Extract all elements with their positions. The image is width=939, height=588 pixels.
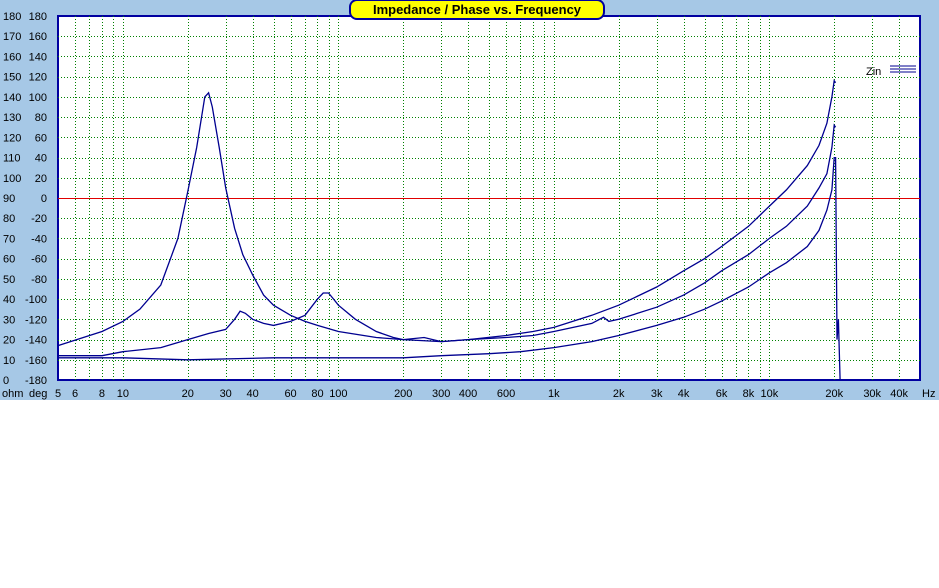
x-tick-label: 4k <box>678 388 690 400</box>
y-left-tick-label: 40 <box>3 294 15 306</box>
x-tick-label: 40 <box>246 388 258 400</box>
x-tick-labels: 5 6 8 10 20 30 40 60 80 100 200 300 400 600 1k 2k 3k 4k 6k… <box>55 388 909 400</box>
y-right-axis-label: deg <box>29 388 47 400</box>
y-right-tick-label: -140 <box>25 335 47 347</box>
x-tick-label: 30k <box>863 388 881 400</box>
x-tick-label: 80 <box>311 388 323 400</box>
y-right-tick-label: 60 <box>35 132 47 144</box>
y-right-tick-label: -60 <box>31 254 47 266</box>
x-axis-unit-label: Hz <box>922 388 935 400</box>
y-left-tick-label: 80 <box>3 213 15 225</box>
y-right-tick-label: 20 <box>35 173 47 185</box>
y-right-tick-label: -120 <box>25 314 47 326</box>
y-left-tick-label: 10 <box>3 355 15 367</box>
y-left-tick-label: 120 <box>3 132 21 144</box>
y-right-tick-label: 40 <box>35 153 47 165</box>
y-left-tick-label: 30 <box>3 314 15 326</box>
x-tick-label: 300 <box>432 388 450 400</box>
y-left-tick-label: 60 <box>3 254 15 266</box>
x-tick-label: 200 <box>394 388 412 400</box>
chart-panel: 0 -180 10 -160 20 -140 30 -120 40 -100 50 -80 60 -60 7… <box>0 0 939 400</box>
y-left-tick-label: 0 <box>3 375 9 387</box>
x-tick-label: 10 <box>117 388 129 400</box>
y-left-tick-label: 70 <box>3 233 15 245</box>
y-right-tick-label: -180 <box>25 375 47 387</box>
y-right-tick-label: -80 <box>31 274 47 286</box>
y-tick-labels: 0 -180 10 -160 20 -140 30 -120 40 -100 50 -80 60 -60 7… <box>3 11 47 387</box>
y-right-tick-label: 140 <box>29 51 47 63</box>
x-tick-label: 600 <box>497 388 515 400</box>
y-right-tick-label: -20 <box>31 213 47 225</box>
x-tick-label: 20k <box>825 388 843 400</box>
chart-title: Impedance / Phase vs. Frequency <box>373 2 582 17</box>
x-tick-label: 100 <box>329 388 347 400</box>
x-tick-label: 5 <box>55 388 61 400</box>
y-left-tick-label: 160 <box>3 51 21 63</box>
y-right-tick-label: 180 <box>29 11 47 23</box>
y-left-tick-label: 150 <box>3 72 21 84</box>
y-left-tick-label: 180 <box>3 11 21 23</box>
y-right-tick-label: 160 <box>29 31 47 43</box>
x-tick-label: 6 <box>72 388 78 400</box>
y-left-tick-label: 50 <box>3 274 15 286</box>
x-tick-label: 30 <box>220 388 232 400</box>
x-tick-label: 1k <box>548 388 560 400</box>
y-left-tick-label: 140 <box>3 92 21 104</box>
x-tick-label: 40k <box>890 388 908 400</box>
x-tick-label: 2k <box>613 388 625 400</box>
y-left-tick-label: 110 <box>3 153 21 165</box>
y-left-tick-label: 20 <box>3 335 15 347</box>
y-right-tick-label: 120 <box>29 72 47 84</box>
x-tick-label: 10k <box>760 388 778 400</box>
x-tick-label: 20 <box>182 388 194 400</box>
y-left-tick-label: 100 <box>3 173 21 185</box>
y-right-tick-label: -40 <box>31 233 47 245</box>
y-right-tick-label: -160 <box>25 355 47 367</box>
y-left-tick-label: 170 <box>3 31 21 43</box>
y-left-tick-label: 130 <box>3 112 21 124</box>
y-left-axis-label: ohm <box>2 388 23 400</box>
legend-label-zin: Zin <box>866 66 881 78</box>
x-tick-label: 60 <box>284 388 296 400</box>
y-right-tick-label: 0 <box>41 193 47 205</box>
impedance-phase-chart: 0 -18010 -16020 -14030 -12040 -10050 -8060 -607… <box>2 0 935 400</box>
x-tick-label: 6k <box>716 388 728 400</box>
x-tick-label: 3k <box>651 388 663 400</box>
x-tick-label: 400 <box>459 388 477 400</box>
y-right-tick-label: 100 <box>29 92 47 104</box>
x-tick-label: 8k <box>743 388 755 400</box>
y-right-tick-label: 80 <box>35 112 47 124</box>
y-right-tick-label: -100 <box>25 294 47 306</box>
chart-title-box: Impedance / Phase vs. Frequency <box>349 0 605 20</box>
x-tick-label: 8 <box>99 388 105 400</box>
y-left-tick-label: 90 <box>3 193 15 205</box>
